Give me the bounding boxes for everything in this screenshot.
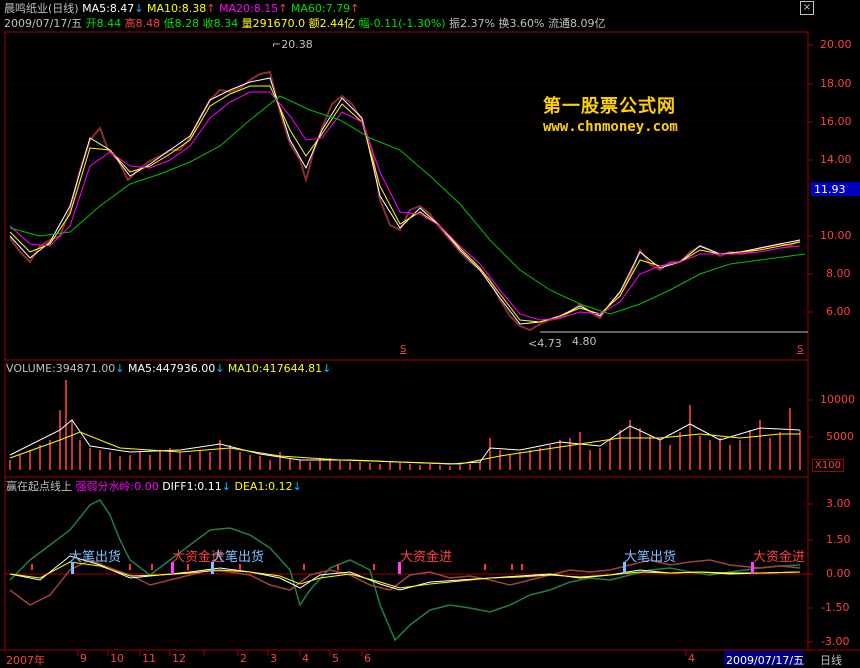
price-axis-label: 18.00 <box>820 77 852 90</box>
time-axis-label: 4 <box>302 652 309 665</box>
low-value: 4.73 <box>537 337 562 350</box>
s-marker-2: S <box>797 344 804 355</box>
volume-ma10-label: MA10:417644.81 <box>227 362 323 375</box>
low-arrow-icon: < <box>528 337 538 350</box>
s-marker-1: S <box>400 344 407 355</box>
down-arrow-icon: ↓ <box>292 480 302 493</box>
down-arrow-icon: ↓ <box>215 362 225 375</box>
period-label[interactable]: 日线 <box>820 652 842 668</box>
watermark-title: 第一股票公式网 <box>543 96 676 117</box>
low-line-label: 4.80 <box>572 335 597 348</box>
time-axis-label: 4 <box>688 652 695 665</box>
indicator-axis-label: -1.50 <box>821 601 850 614</box>
indicator-axis-label: 3.00 <box>826 497 851 510</box>
candlesticks <box>9 70 801 332</box>
volume-axis-label: 10000 <box>820 393 855 406</box>
kline-chart[interactable] <box>0 0 860 668</box>
down-arrow-icon: ↓ <box>115 362 125 375</box>
price-axis-label: 20.00 <box>820 38 852 51</box>
indicator-darkgreen <box>9 499 801 642</box>
indicator-axis-label: 0.00 <box>826 567 851 580</box>
ma20-line <box>9 91 801 321</box>
time-axis-label: 11 <box>142 652 156 665</box>
current-date-label: 2009/07/17/五 <box>726 654 805 667</box>
price-axis-label: 10.00 <box>820 229 852 242</box>
signal-label: 大笔出货 <box>212 550 265 565</box>
price-axis-label: 8.00 <box>826 267 851 280</box>
signal-label: 大笔出货 <box>624 550 677 565</box>
time-axis-label: 12 <box>172 652 186 665</box>
indicator-axis-label: -3.00 <box>821 635 850 648</box>
time-axis-label: 9 <box>80 652 87 665</box>
current-price-label: 11.93 <box>814 183 846 196</box>
down-arrow-icon: ↓ <box>221 480 231 493</box>
price-axis-label: 16.00 <box>820 115 852 128</box>
indicator-header: 赢在起点线上 强弱分水岭:0.00 DIFF1:0.11↓ DEA1:0.12↓ <box>6 480 302 494</box>
time-axis-label: 2 <box>240 652 247 665</box>
price-axis-label: 6.00 <box>826 305 851 318</box>
ma60-line <box>9 95 806 315</box>
peak-annotation: ⌐20.38 <box>272 38 313 51</box>
signal-label: 大资金进 <box>753 550 806 565</box>
peak-arrow-icon: ⌐ <box>272 38 282 51</box>
watermark-url: www.chnmoney.com <box>543 119 678 135</box>
peak-value: 20.38 <box>281 38 313 51</box>
indicator-axis-label: 1.50 <box>826 533 851 546</box>
volume-label: VOLUME:394871.00 <box>6 362 116 375</box>
time-axis-label: 3 <box>270 652 277 665</box>
volume-header: VOLUME:394871.00↓ MA5:447936.00↓ MA10:41… <box>6 362 331 376</box>
volume-ma5-label: MA5:447936.00 <box>127 362 216 375</box>
strength-label: 强弱分水岭:0.00 <box>75 480 159 493</box>
dea-label: DEA1:0.12 <box>234 480 293 493</box>
down-arrow-icon: ↓ <box>322 362 332 375</box>
time-axis-label: 6 <box>364 652 371 665</box>
ma5-line <box>9 77 801 325</box>
signal-label: 大资金进 <box>400 550 453 565</box>
ma10-line <box>9 85 801 323</box>
time-axis-label: 5 <box>332 652 339 665</box>
volume-unit: X100 <box>812 459 844 472</box>
time-axis-label: 10 <box>110 652 124 665</box>
volume-bars <box>9 380 801 470</box>
diff-label: DIFF1:0.11 <box>162 480 222 493</box>
time-axis-label: 2007年 <box>6 654 45 667</box>
price-axis-label: 14.00 <box>820 153 852 166</box>
signal-label: 大笔出货 <box>69 550 122 565</box>
low-annotation: <4.73 <box>528 337 562 350</box>
indicator-brown <box>9 559 801 606</box>
volume-ma5 <box>9 419 801 465</box>
indicator-title: 赢在起点线上 <box>6 480 72 493</box>
dea-line <box>9 561 801 589</box>
volume-axis-label: 5000 <box>826 430 854 443</box>
